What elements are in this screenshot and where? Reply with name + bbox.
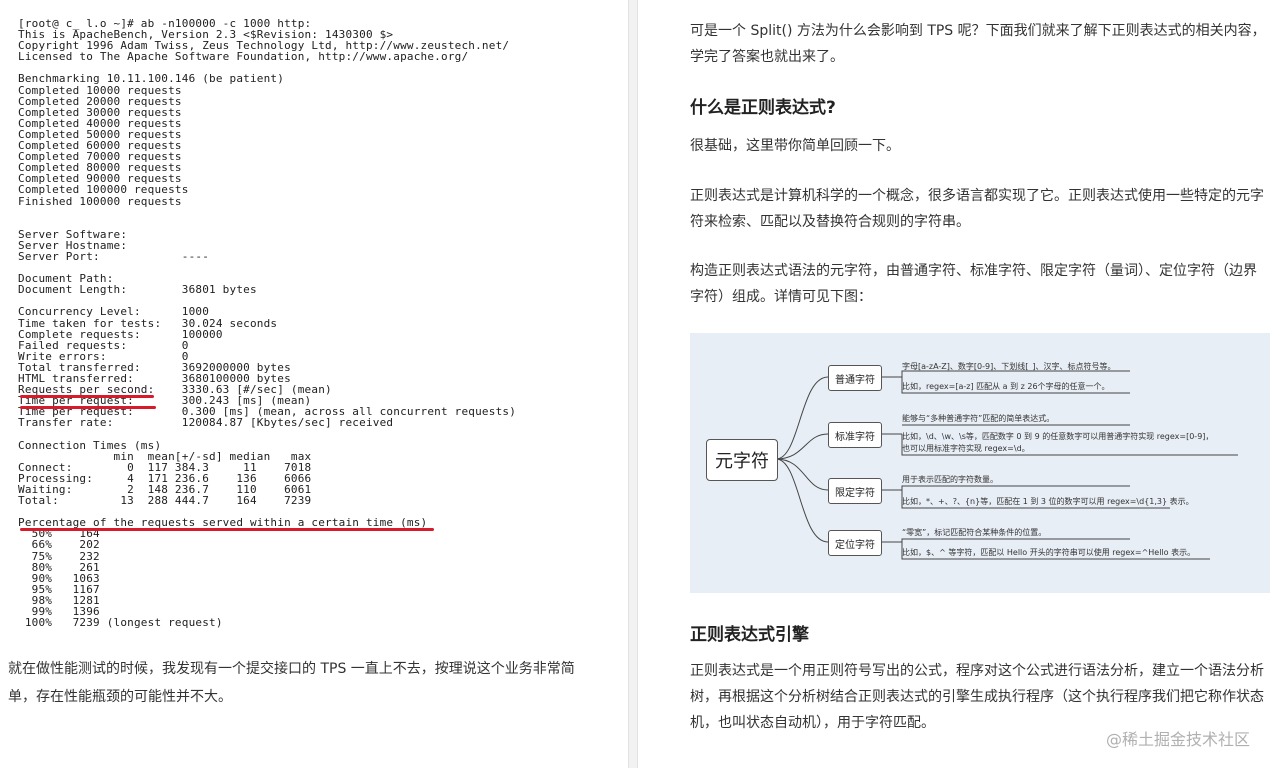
- underline-mark-rps: [20, 395, 154, 398]
- watermark: @稀土掘金技术社区: [1105, 730, 1250, 749]
- mindmap-node-normal: 普通字符: [828, 365, 882, 391]
- underline-mark-tpr: [20, 406, 156, 409]
- mindmap-node-quantifier: 限定字符: [828, 478, 882, 504]
- mindmap-leaf: 比如，$、^ 等字符，匹配以 Hello 开头的字符串可以使用 regex=^H…: [902, 548, 1196, 557]
- intro-paragraph: 可是一个 Split() 方法为什么会影响到 TPS 呢？下面我们就来了解下正则…: [690, 23, 1266, 65]
- metachar-mindmap: 元字符 普通字符 字母[a-zA-Z]、数字[0-9]、下划线[_]、汉字、标点…: [690, 333, 1270, 593]
- mindmap-leaf: 比如，*、+、?、{n}等，匹配在 1 到 3 位的数字可以用 regex=\d…: [902, 497, 1194, 506]
- mindmap-leaf: 字母[a-zA-Z]、数字[0-9]、下划线[_]、汉字、标点符号等。: [902, 362, 1116, 371]
- mindmap-leaf: 用于表示匹配的字符数量。: [902, 475, 998, 484]
- paragraph-review: 很基础，这里带你简单回顾一下。: [690, 138, 900, 154]
- page-divider: [628, 0, 638, 768]
- terminal-output: [root@ c_ l.o ~]# ab -n100000 -c 1000 ht…: [18, 18, 517, 630]
- left-paragraph: 就在做性能测试的时候，我发现有一个提交接口的 TPS 一直上不去，按理说这个业务…: [8, 661, 575, 705]
- underline-mark-percentage: [20, 528, 434, 531]
- mindmap-root: 元字符: [706, 439, 778, 481]
- mindmap-node-standard: 标准字符: [828, 422, 882, 448]
- paragraph-engine: 正则表达式是一个用正则符号写出的公式，程序对这个公式进行语法分析，建立一个语法分…: [690, 663, 1264, 731]
- mindmap-leaf: 比如，\d、\w、\s等，匹配数字 0 到 9 的任意数字可以用普通字符实现 r…: [902, 432, 1214, 441]
- paragraph-definition: 正则表达式是计算机科学的一个概念，很多语言都实现了它。正则表达式使用一些特定的元…: [690, 188, 1264, 230]
- mindmap-leaf: 比如，regex=[a-z] 匹配从 a 到 z 26个字母的任意一个。: [902, 382, 1110, 391]
- paragraph-metachar: 构造正则表达式语法的元字符，由普通字符、标准字符、限定字符（量词）、定位字符（边…: [690, 263, 1257, 305]
- left-page: [root@ c_ l.o ~]# ab -n100000 -c 1000 ht…: [0, 0, 628, 768]
- mindmap-node-anchor: 定位字符: [828, 530, 882, 556]
- terminal-screenshot: [root@ c_ l.o ~]# ab -n100000 -c 1000 ht…: [18, 18, 578, 638]
- mindmap-leaf: “零宽”，标记匹配符合某种条件的位置。: [902, 528, 1047, 537]
- right-page: 可是一个 Split() 方法为什么会影响到 TPS 呢？下面我们就来了解下正则…: [638, 0, 1272, 768]
- heading-what-is-regex: 什么是正则表达式?: [690, 98, 836, 118]
- heading-regex-engine: 正则表达式引擎: [690, 625, 809, 645]
- mindmap-leaf: 能够与“多种普通字符”匹配的简单表达式。: [902, 414, 1055, 423]
- mindmap-leaf: 也可以用标准字符实现 regex=\d。: [902, 444, 1030, 453]
